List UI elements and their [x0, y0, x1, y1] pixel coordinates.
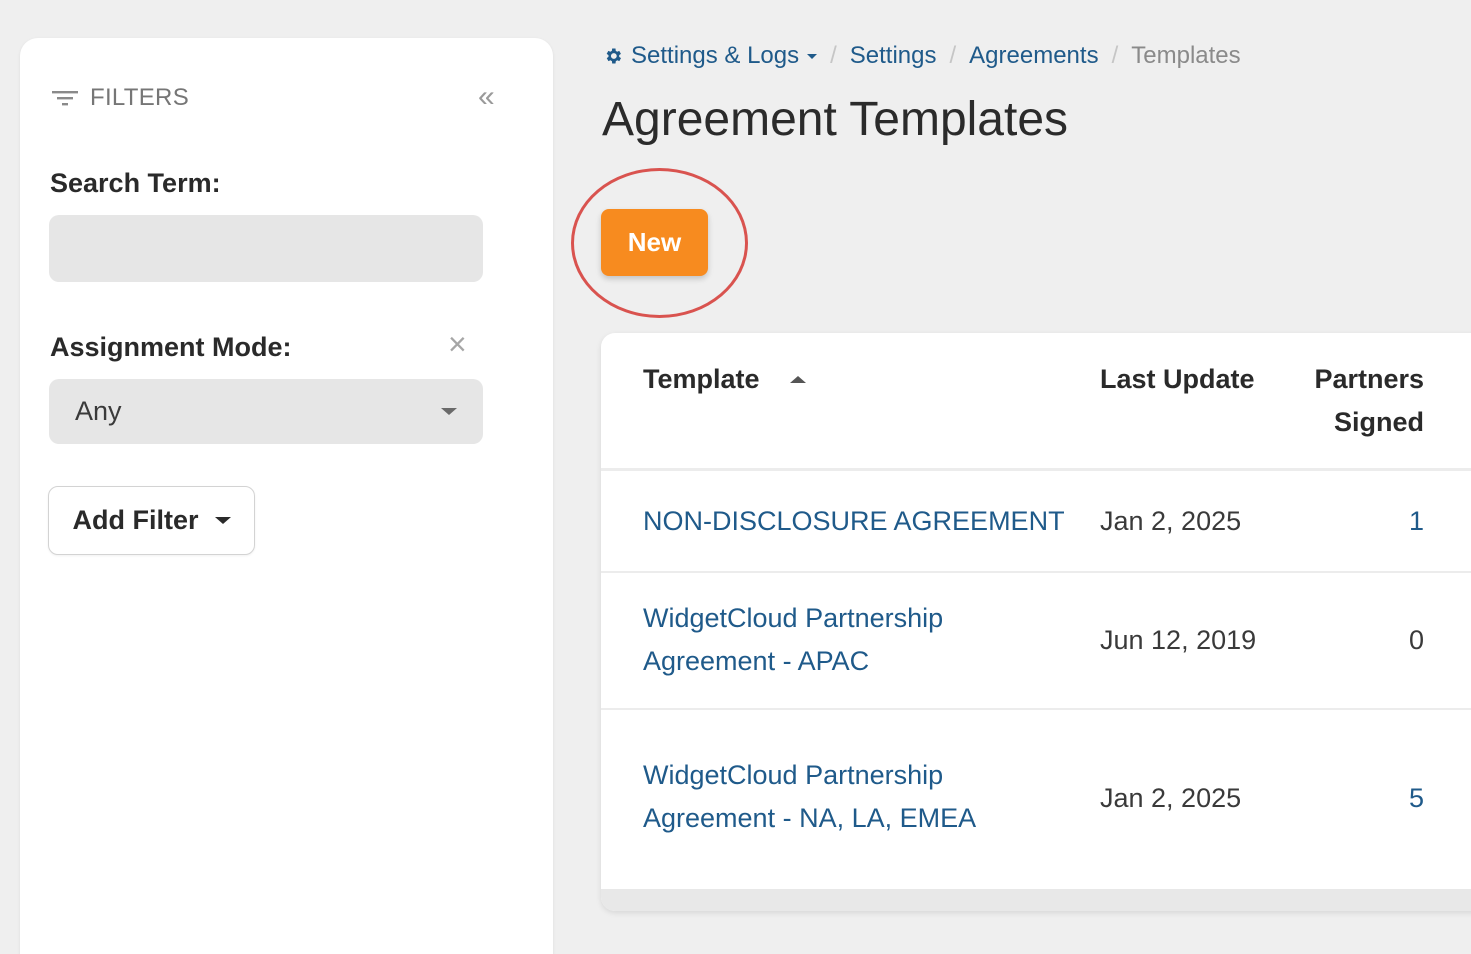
partners-signed-link[interactable]: 1	[1344, 500, 1424, 543]
close-icon[interactable]: ×	[448, 328, 467, 360]
template-name-line: NON-DISCLOSURE AGREEMENT	[643, 506, 1065, 536]
partners-signed-link[interactable]: 5	[1344, 777, 1424, 820]
table-footer-strip	[601, 889, 1471, 911]
breadcrumb: Settings & Logs / Settings / Agreements …	[603, 42, 1241, 70]
add-filter-button[interactable]: Add Filter	[48, 486, 255, 555]
search-input[interactable]	[49, 215, 483, 282]
template-name-line: WidgetCloud Partnership	[643, 603, 944, 633]
column-header-last-update[interactable]: Last Update	[1100, 358, 1255, 401]
breadcrumb-label: Settings & Logs	[631, 42, 800, 69]
breadcrumb-separator: /	[830, 42, 837, 69]
filters-header: FILTERS	[52, 84, 189, 112]
breadcrumb-separator: /	[949, 42, 957, 69]
last-update-cell: Jan 2, 2025	[1100, 783, 1242, 813]
column-header-partners-signed[interactable]: Partners Signed	[1294, 358, 1424, 444]
new-template-button[interactable]: New	[601, 209, 708, 276]
caret-down-icon	[214, 517, 231, 524]
double-chevron-left-icon[interactable]: «	[478, 82, 495, 112]
page: FILTERS « Search Term: Assignment Mode: …	[0, 0, 1471, 954]
template-name-line: Agreement - APAC	[643, 646, 870, 676]
assignment-mode-value: Any	[75, 396, 122, 426]
template-name-link[interactable]: NON-DISCLOSURE AGREEMENT	[643, 500, 1073, 543]
template-name-link[interactable]: WidgetCloud Partnership Agreement - NA, …	[643, 754, 1073, 840]
caret-down-icon	[807, 53, 818, 59]
sort-ascending-icon	[789, 376, 806, 383]
table-row: NON-DISCLOSURE AGREEMENT Jan 2, 2025 1	[601, 471, 1471, 573]
caret-down-icon	[441, 408, 457, 415]
partners-signed-cell: 0	[1408, 625, 1424, 655]
breadcrumb-agreements[interactable]: Agreements	[969, 42, 1098, 70]
template-name-link[interactable]: WidgetCloud Partnership Agreement - APAC	[643, 597, 1073, 683]
add-filter-label: Add Filter	[72, 505, 199, 535]
assignment-mode-label: Assignment Mode:	[50, 332, 292, 362]
table-row: WidgetCloud Partnership Agreement - NA, …	[601, 710, 1471, 888]
table-row: WidgetCloud Partnership Agreement - APAC…	[601, 573, 1471, 710]
last-update-cell: Jan 2, 2025	[1100, 506, 1242, 536]
breadcrumb-settings-logs[interactable]: Settings & Logs	[603, 42, 818, 70]
column-header-label: Signed	[1333, 407, 1424, 437]
filter-lines-icon	[52, 91, 78, 106]
templates-table: Template Last Update Partners Signed NON…	[601, 333, 1471, 911]
gear-icon	[606, 48, 621, 64]
last-update-cell: Jun 12, 2019	[1100, 625, 1257, 655]
breadcrumb-separator: /	[1111, 42, 1119, 69]
breadcrumb-settings[interactable]: Settings	[850, 42, 937, 70]
filters-label: FILTERS	[90, 84, 190, 111]
template-name-line: Agreement - NA, LA, EMEA	[643, 803, 977, 833]
table-header: Template Last Update Partners Signed	[601, 333, 1471, 471]
column-header-template[interactable]: Template	[643, 358, 806, 401]
column-header-label: Partners	[1314, 364, 1424, 394]
assignment-mode-select[interactable]: Any	[49, 379, 483, 444]
search-term-label: Search Term:	[50, 168, 221, 198]
breadcrumb-templates: Templates	[1131, 42, 1241, 69]
page-title: Agreement Templates	[602, 93, 1069, 146]
column-header-label: Template	[643, 364, 760, 394]
template-name-line: WidgetCloud Partnership	[643, 760, 944, 790]
